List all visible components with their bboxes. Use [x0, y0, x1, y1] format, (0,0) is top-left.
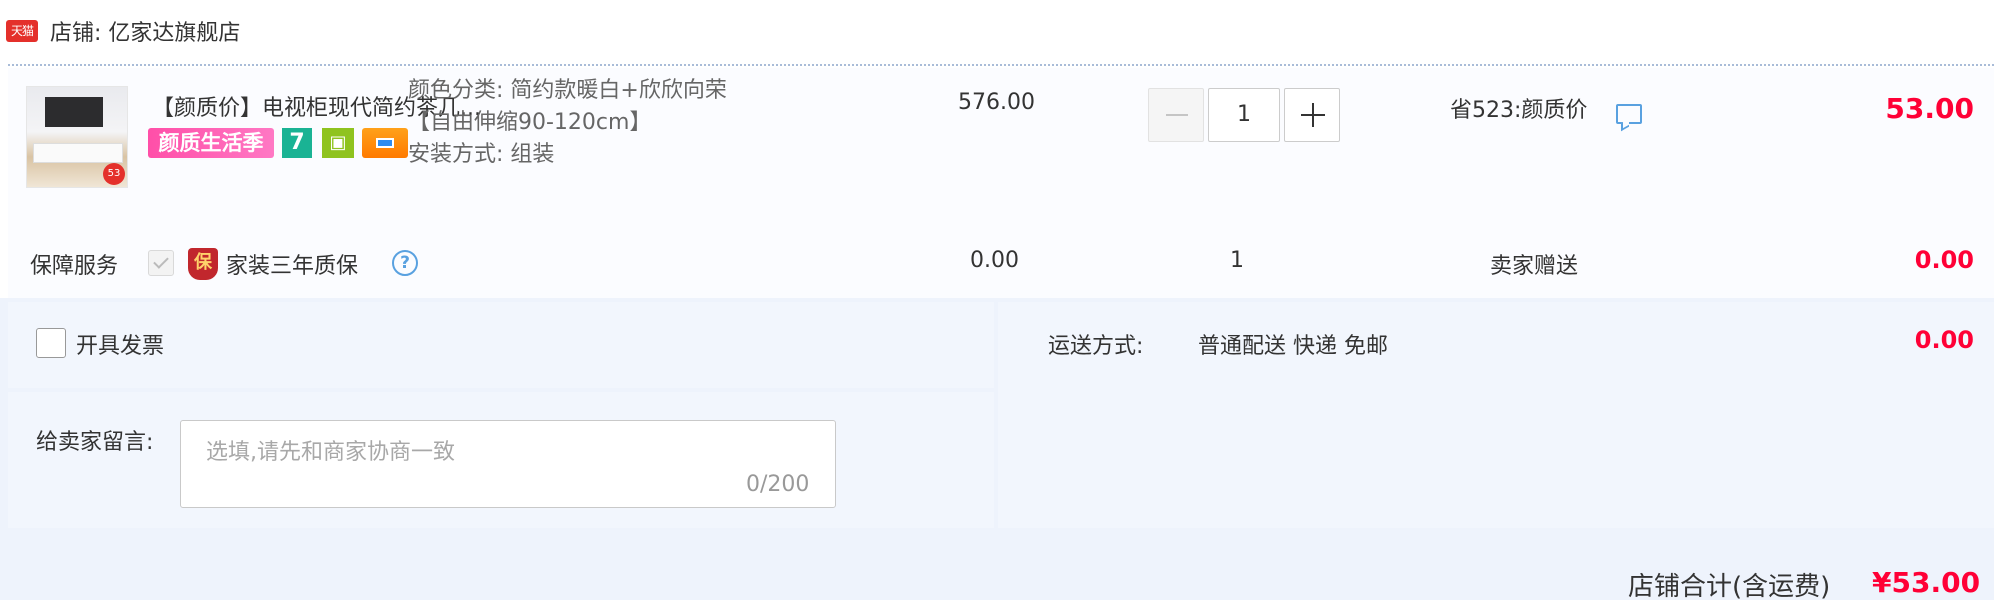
invoice-checkbox[interactable]	[36, 328, 66, 358]
seven-day-return-icon: 7	[282, 128, 312, 158]
season-badge: 颜质生活季	[148, 128, 274, 158]
message-placeholder: 选填,请先和商家协商一致	[206, 440, 455, 465]
quantity-input[interactable]: 1	[1208, 88, 1280, 142]
product-image[interactable]: 53	[26, 86, 128, 188]
store-total-label: 店铺合计(含运费)	[1628, 572, 1831, 602]
guarantee-price: 0.00	[970, 248, 1019, 273]
message-char-counter: 0/200	[746, 472, 810, 497]
item-subtotal: 53.00	[1885, 92, 1974, 125]
store-total-value: ¥53.00	[1872, 566, 1981, 599]
product-image-tag: 53	[103, 163, 125, 185]
store-name[interactable]: 店铺: 亿家达旗舰店	[50, 15, 240, 47]
chat-icon[interactable]	[1616, 98, 1642, 124]
quantity-decrease-button[interactable]	[1148, 88, 1204, 142]
invoice-label[interactable]: 开具发票	[76, 328, 164, 360]
shipping-methods[interactable]: 普通配送 快递 免邮	[1198, 328, 1388, 360]
guarantee-name: 家装三年质保	[226, 254, 359, 279]
shopping-bag-icon: ▣	[322, 128, 354, 158]
guarantee-subtotal: 0.00	[1914, 246, 1974, 274]
sku-install: 安装方式: 组装	[408, 142, 555, 167]
shipping-label: 运送方式:	[1048, 334, 1144, 359]
credit-card-icon	[362, 128, 408, 158]
promo-text: 省523:颜质价	[1450, 98, 1588, 123]
guarantee-quantity: 1	[1230, 248, 1244, 273]
guarantee-label: 保障服务	[30, 254, 119, 279]
quantity-increase-button[interactable]	[1284, 88, 1340, 142]
divider	[8, 64, 1994, 66]
guarantee-checkbox[interactable]	[148, 250, 174, 276]
guarantee-shield-icon: 保	[188, 248, 218, 280]
unit-price: 576.00	[958, 90, 1035, 115]
message-label: 给卖家留言:	[36, 430, 154, 455]
store-header	[0, 0, 1994, 64]
guarantee-gift: 卖家赠送	[1490, 254, 1579, 279]
shipping-cost: 0.00	[1914, 326, 1974, 354]
sku-size: 【自由伸缩90-120cm】	[408, 110, 652, 135]
shipping-panel	[998, 302, 1994, 528]
sku-color: 颜色分类: 简约款暖白+欣欣向荣	[408, 78, 727, 103]
tmall-logo-icon: 天猫	[6, 20, 38, 42]
help-icon[interactable]: ?	[392, 250, 418, 276]
